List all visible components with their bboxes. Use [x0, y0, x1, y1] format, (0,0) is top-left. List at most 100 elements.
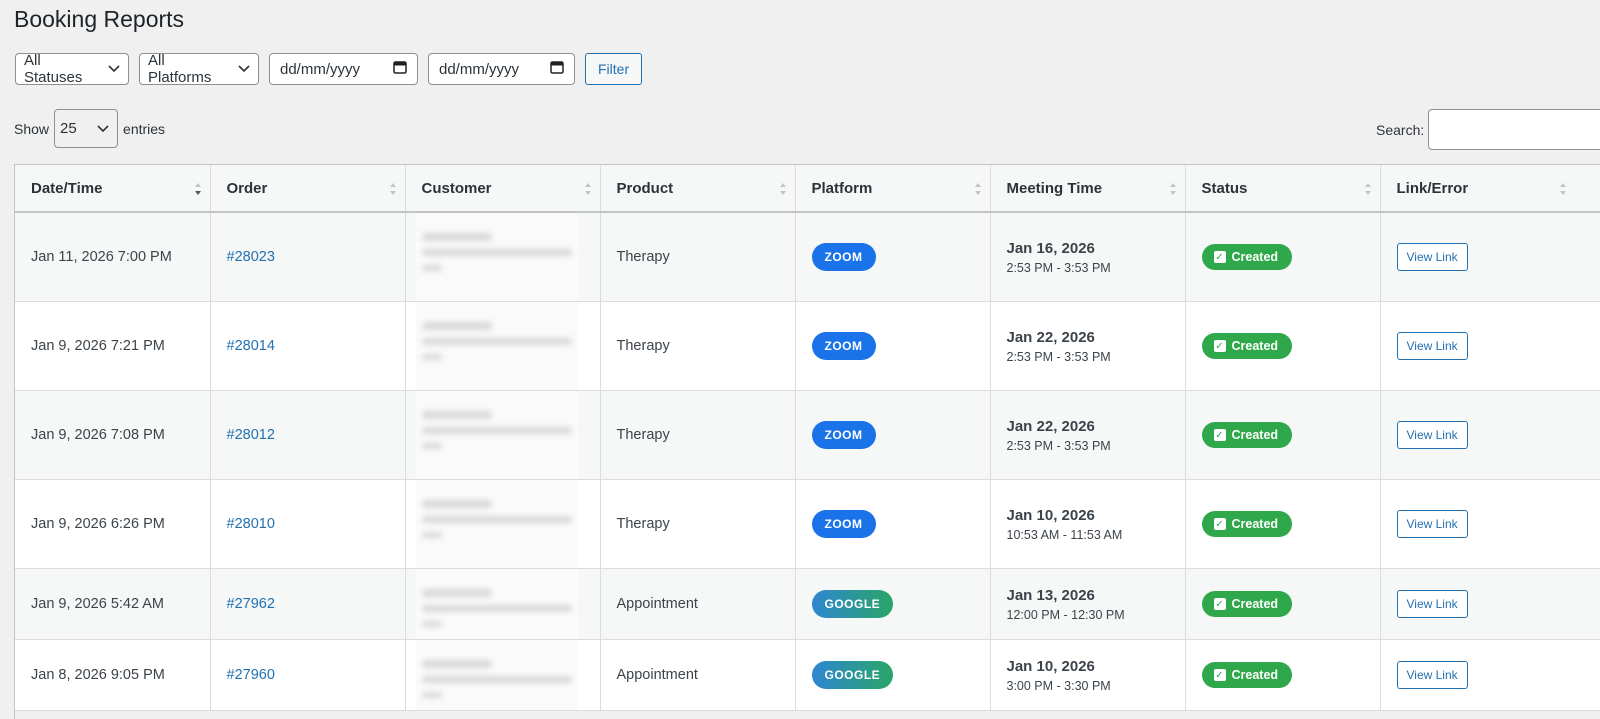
- order-cell: #28014: [210, 301, 406, 391]
- order-cell: #28010: [210, 479, 406, 569]
- customer-redacted: [415, 213, 578, 301]
- meeting-date: Jan 10, 2026: [1006, 657, 1095, 675]
- customer-cell: [405, 301, 601, 391]
- column-header-datetime[interactable]: Date/Time: [15, 165, 211, 213]
- sort-icon: [1364, 182, 1372, 200]
- platform-filter-value: All Platforms: [148, 52, 212, 86]
- table-row: Jan 8, 2026 9:05 PM #27960 Appointment GOOG…: [15, 639, 1600, 711]
- view-link-button[interactable]: View Link: [1396, 332, 1468, 360]
- meeting-time-cell: Jan 10, 2026 10:53 AM - 11:53 AM: [990, 479, 1186, 569]
- table-row: Jan 9, 2026 7:21 PM #28014 Therapy ZOOM Jan …: [15, 301, 1600, 391]
- order-link[interactable]: #28012: [227, 427, 275, 443]
- date-from-input[interactable]: dd/mm/yyyy: [269, 53, 418, 85]
- status-cell: ✓ Created: [1185, 479, 1381, 569]
- status-filter-value: All Statuses: [24, 52, 83, 86]
- product-cell: Therapy: [600, 390, 796, 480]
- column-header-product[interactable]: Product: [600, 165, 796, 213]
- table-header-row: Date/Time Order Customer Product Platfor…: [15, 165, 1600, 213]
- status-badge: ✓ Created: [1201, 422, 1293, 448]
- order-link[interactable]: #28014: [227, 338, 275, 354]
- calendar-icon[interactable]: [393, 60, 407, 78]
- sort-icon: [389, 182, 397, 200]
- product-cell: Therapy: [600, 479, 796, 569]
- chevron-down-icon: [238, 65, 250, 73]
- platform-filter-select[interactable]: All Platforms: [139, 52, 259, 86]
- entries-label: entries: [123, 120, 166, 137]
- platform-badge: ZOOM: [811, 243, 876, 271]
- column-header-status[interactable]: Status: [1185, 165, 1381, 213]
- date-to-input[interactable]: dd/mm/yyyy: [428, 53, 575, 85]
- column-header-order[interactable]: Order: [210, 165, 406, 213]
- platform-badge: ZOOM: [811, 510, 876, 538]
- meeting-range: 10:53 AM - 11:53 AM: [1006, 527, 1123, 542]
- check-icon: ✓: [1213, 598, 1226, 610]
- meeting-range: 2:53 PM - 3:53 PM: [1006, 260, 1111, 275]
- meeting-time-cell: Jan 13, 2026 12:00 PM - 12:30 PM: [990, 568, 1186, 640]
- order-cell: #27960: [210, 639, 406, 711]
- customer-redacted: [415, 640, 578, 710]
- meeting-date: Jan 10, 2026: [1006, 506, 1095, 524]
- calendar-icon[interactable]: [550, 60, 564, 78]
- status-badge: ✓ Created: [1201, 662, 1293, 688]
- product-cell: Appointment: [600, 568, 796, 640]
- order-cell: #28023: [210, 212, 406, 302]
- sort-icon: [1169, 182, 1177, 200]
- status-badge: ✓ Created: [1201, 511, 1293, 537]
- meeting-date: Jan 22, 2026: [1006, 417, 1095, 435]
- table-search: Search:: [1376, 109, 1600, 150]
- customer-redacted: [415, 302, 578, 390]
- search-input[interactable]: [1428, 109, 1600, 150]
- meeting-date: Jan 13, 2026: [1006, 586, 1095, 604]
- column-header-platform[interactable]: Platform: [795, 165, 991, 213]
- order-link[interactable]: #27962: [227, 596, 275, 612]
- product-cell: Therapy: [600, 301, 796, 391]
- order-link[interactable]: #28010: [227, 516, 275, 532]
- datetime-cell: Jan 9, 2026 7:21 PM: [15, 301, 211, 391]
- show-label: Show: [14, 120, 50, 137]
- link-cell: View Link: [1380, 479, 1600, 569]
- table-row: Jan 9, 2026 5:42 AM #27962 Appointment GOOG…: [15, 568, 1600, 640]
- view-link-button[interactable]: View Link: [1396, 590, 1468, 618]
- meeting-range: 2:53 PM - 3:53 PM: [1006, 349, 1111, 364]
- platform-cell: ZOOM: [795, 390, 991, 480]
- platform-cell: GOOGLE: [795, 568, 991, 640]
- datetime-cell: Jan 9, 2026 7:08 PM: [15, 390, 211, 480]
- sort-icon: [584, 182, 592, 200]
- status-cell: ✓ Created: [1185, 301, 1381, 391]
- column-header-link-error[interactable]: Link/Error: [1380, 165, 1600, 213]
- product-cell: Appointment: [600, 639, 796, 711]
- table-row: Jan 11, 2026 7:00 PM #28023 Therapy ZOOM Jan…: [15, 212, 1600, 302]
- order-link[interactable]: #28023: [227, 249, 275, 265]
- table-row: Jan 9, 2026 6:26 PM #28010 Therapy ZOOM Jan …: [15, 479, 1600, 569]
- platform-badge: GOOGLE: [811, 661, 894, 689]
- view-link-button[interactable]: View Link: [1396, 243, 1468, 271]
- customer-cell: [405, 639, 601, 711]
- check-icon: ✓: [1213, 251, 1226, 263]
- view-link-button[interactable]: View Link: [1396, 661, 1468, 689]
- filter-button[interactable]: Filter: [585, 53, 643, 85]
- meeting-range: 12:00 PM - 12:30 PM: [1006, 607, 1125, 622]
- view-link-button[interactable]: View Link: [1396, 421, 1468, 449]
- page-length-select[interactable]: 25: [54, 109, 119, 148]
- meeting-date: Jan 16, 2026: [1006, 239, 1095, 257]
- status-filter-select[interactable]: All Statuses: [15, 52, 129, 86]
- meeting-date: Jan 22, 2026: [1006, 328, 1095, 346]
- datetime-cell: Jan 9, 2026 5:42 AM: [15, 568, 211, 640]
- view-link-button[interactable]: View Link: [1396, 510, 1468, 538]
- column-header-customer[interactable]: Customer: [405, 165, 601, 213]
- order-link[interactable]: #27960: [227, 667, 275, 683]
- status-cell: ✓ Created: [1185, 212, 1381, 302]
- status-cell: ✓ Created: [1185, 639, 1381, 711]
- customer-cell: [405, 479, 601, 569]
- column-header-meeting-time[interactable]: Meeting Time: [990, 165, 1186, 213]
- check-icon: ✓: [1213, 340, 1226, 352]
- customer-cell: [405, 390, 601, 480]
- check-icon: ✓: [1213, 518, 1226, 530]
- meeting-range: 3:00 PM - 3:30 PM: [1006, 678, 1111, 693]
- meeting-time-cell: Jan 16, 2026 2:53 PM - 3:53 PM: [990, 212, 1186, 302]
- platform-badge: GOOGLE: [811, 590, 894, 618]
- datetime-cell: Jan 9, 2026 6:26 PM: [15, 479, 211, 569]
- check-icon: ✓: [1213, 669, 1226, 681]
- link-cell: View Link: [1380, 390, 1600, 480]
- customer-redacted: [415, 480, 578, 568]
